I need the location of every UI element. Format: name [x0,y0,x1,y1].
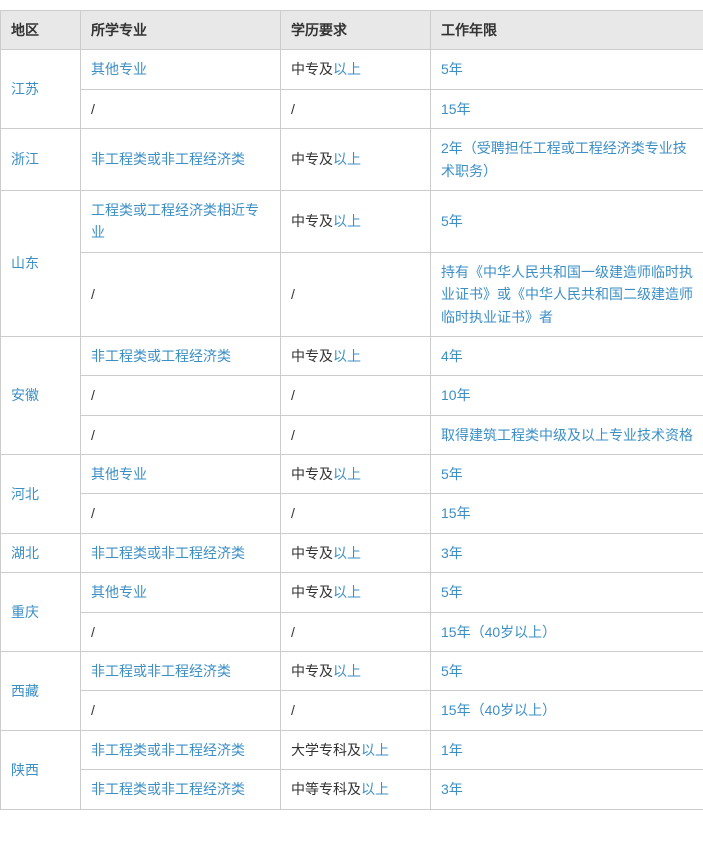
major-cell: / [81,252,281,336]
table-row: 湖北非工程类或非工程经济类中专及以上3年 [1,533,703,572]
region-cell: 浙江 [1,129,81,191]
work-cell: 5年 [431,573,703,612]
work-cell: 1年 [431,730,703,769]
major-cell: 非工程类或工程经济类 [81,336,281,375]
region-cell: 西藏 [1,652,81,731]
work-cell: 10年 [431,376,703,415]
major-cell: / [81,494,281,533]
region-cell: 陕西 [1,730,81,809]
edu-cell: 中专及以上 [281,533,431,572]
table-row: 安徽非工程类或工程经济类中专及以上4年 [1,336,703,375]
region-cell: 山东 [1,190,81,336]
table-row: 江苏其他专业中专及以上5年 [1,50,703,89]
edu-cell: 中专及以上 [281,50,431,89]
major-cell: / [81,612,281,651]
header-major: 所学专业 [81,11,281,50]
major-cell: 工程类或工程经济类相近专业 [81,190,281,252]
region-cell: 安徽 [1,336,81,454]
major-cell: 非工程类或非工程经济类 [81,770,281,809]
data-table: 地区 所学专业 学历要求 工作年限 江苏其他专业中专及以上5年//15年浙江非工… [0,10,703,810]
edu-cell: 中专及以上 [281,190,431,252]
region-cell: 湖北 [1,533,81,572]
table-row: 河北其他专业中专及以上5年 [1,455,703,494]
work-cell: 15年 [431,89,703,128]
table-row: //15年（40岁以上） [1,612,703,651]
major-cell: / [81,691,281,730]
main-container: 地区 所学专业 学历要求 工作年限 江苏其他专业中专及以上5年//15年浙江非工… [0,0,703,820]
region-cell: 江苏 [1,50,81,129]
work-cell: 15年（40岁以上） [431,691,703,730]
major-cell: 非工程或非工程经济类 [81,652,281,691]
major-cell: / [81,89,281,128]
table-row: 陕西非工程类或非工程经济类大学专科及以上1年 [1,730,703,769]
region-cell: 重庆 [1,573,81,652]
work-cell: 15年（40岁以上） [431,612,703,651]
edu-cell: / [281,612,431,651]
work-cell: 5年 [431,455,703,494]
work-cell: 持有《中华人民共和国一级建造师临时执业证书》或《中华人民共和国二级建造师临时执业… [431,252,703,336]
major-cell: / [81,415,281,454]
edu-cell: 中专及以上 [281,455,431,494]
major-cell: 其他专业 [81,50,281,89]
table-row: //取得建筑工程类中级及以上专业技术资格 [1,415,703,454]
edu-cell: 中等专科及以上 [281,770,431,809]
edu-cell: / [281,252,431,336]
table-row: //15年 [1,89,703,128]
edu-cell: 中专及以上 [281,336,431,375]
table-row: //10年 [1,376,703,415]
major-cell: / [81,376,281,415]
table-row: 非工程类或非工程经济类中等专科及以上3年 [1,770,703,809]
edu-cell: / [281,376,431,415]
header-row: 地区 所学专业 学历要求 工作年限 [1,11,703,50]
edu-cell: 大学专科及以上 [281,730,431,769]
edu-cell: / [281,691,431,730]
work-cell: 5年 [431,652,703,691]
edu-cell: 中专及以上 [281,652,431,691]
major-cell: 其他专业 [81,455,281,494]
table-row: //持有《中华人民共和国一级建造师临时执业证书》或《中华人民共和国二级建造师临时… [1,252,703,336]
edu-cell: / [281,415,431,454]
table-row: 浙江非工程类或非工程经济类中专及以上2年（受聘担任工程或工程经济类专业技术职务） [1,129,703,191]
edu-cell: / [281,89,431,128]
work-cell: 5年 [431,50,703,89]
table-row: //15年（40岁以上） [1,691,703,730]
work-cell: 3年 [431,533,703,572]
table-row: 重庆其他专业中专及以上5年 [1,573,703,612]
region-cell: 河北 [1,455,81,534]
table-row: //15年 [1,494,703,533]
work-cell: 取得建筑工程类中级及以上专业技术资格 [431,415,703,454]
major-cell: 非工程类或非工程经济类 [81,533,281,572]
edu-cell: / [281,494,431,533]
work-cell: 15年 [431,494,703,533]
major-cell: 非工程类或非工程经济类 [81,129,281,191]
header-region: 地区 [1,11,81,50]
work-cell: 2年（受聘担任工程或工程经济类专业技术职务） [431,129,703,191]
header-work: 工作年限 [431,11,703,50]
work-cell: 5年 [431,190,703,252]
header-edu: 学历要求 [281,11,431,50]
major-cell: 非工程类或非工程经济类 [81,730,281,769]
table-row: 西藏非工程或非工程经济类中专及以上5年 [1,652,703,691]
major-cell: 其他专业 [81,573,281,612]
edu-cell: 中专及以上 [281,129,431,191]
work-cell: 3年 [431,770,703,809]
work-cell: 4年 [431,336,703,375]
table-row: 山东工程类或工程经济类相近专业中专及以上5年 [1,190,703,252]
edu-cell: 中专及以上 [281,573,431,612]
